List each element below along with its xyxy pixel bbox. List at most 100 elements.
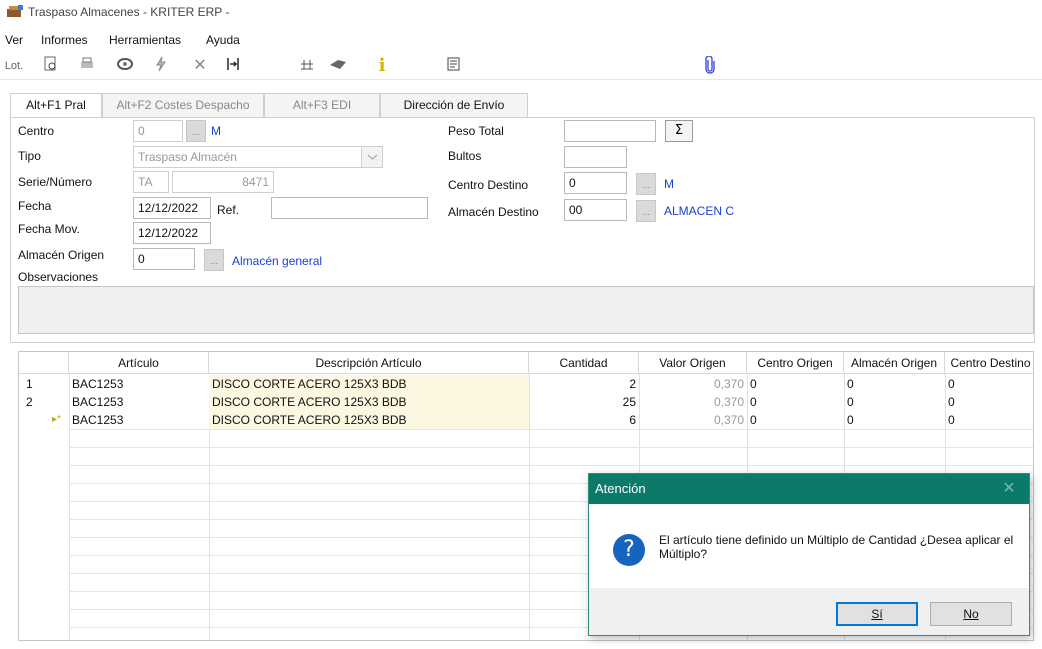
no-button[interactable]: No <box>930 602 1012 626</box>
grid-cell-centro-destino[interactable]: 0 <box>945 393 1033 411</box>
tab-edi[interactable]: Alt+F3 EDI <box>264 93 380 117</box>
preview-icon[interactable] <box>40 56 62 76</box>
bultos-input[interactable] <box>564 146 627 168</box>
centro-label: Centro <box>18 124 55 138</box>
tipo-label: Tipo <box>18 149 41 163</box>
centro-destino-lookup-button[interactable]: ... <box>636 173 656 195</box>
peso-total-label: Peso Total <box>448 124 504 138</box>
dialog-message: El artículo tiene definido un Múltiplo d… <box>659 533 1014 561</box>
refresh-icon[interactable] <box>114 56 136 76</box>
app-icon <box>7 5 23 17</box>
tab-strip: Alt+F1 Pral Alt+F2 Costes Despacho Alt+F… <box>10 93 1032 118</box>
grid-header-descripcion[interactable]: Descripción Artículo <box>209 352 529 374</box>
menu-informes[interactable]: Informes <box>41 33 88 47</box>
grid-header-centro-origen[interactable]: Centro Origen <box>747 352 844 374</box>
centro-lookup-button[interactable]: ... <box>186 120 206 142</box>
grid-icon[interactable] <box>296 56 318 76</box>
grid-row-line <box>69 465 1033 466</box>
grid-cell-cantidad[interactable]: 2 <box>529 375 639 393</box>
centro-destino-label: Centro Destino <box>448 178 529 192</box>
menu-herramientas[interactable]: Herramientas <box>109 33 181 47</box>
edit-document-icon[interactable] <box>444 56 464 76</box>
numero-input[interactable]: 8471 <box>172 171 274 193</box>
observaciones-label: Observaciones <box>18 270 99 284</box>
grid-cell-centro-origen[interactable]: 0 <box>747 375 844 393</box>
tipo-select[interactable]: Traspaso Almacén <box>133 146 383 168</box>
grid-cell-cantidad[interactable]: 6 <box>529 411 639 429</box>
almacen-destino-lookup-button[interactable]: ... <box>636 200 656 222</box>
grid-cell-almacen-origen[interactable]: 0 <box>844 375 945 393</box>
comment-icon[interactable] <box>326 56 350 76</box>
fecha-mov-input[interactable]: 12/12/2022 <box>133 222 211 244</box>
dialog-title: Atención <box>589 474 1029 504</box>
centro-input[interactable]: 0 <box>133 120 183 142</box>
grid-cell-descripcion[interactable]: DISCO CORTE ACERO 125X3 BDB <box>209 411 529 429</box>
delete-icon[interactable]: ✕ <box>190 56 210 76</box>
question-icon: ? <box>613 534 645 566</box>
centro-destino-link[interactable]: M <box>664 177 674 191</box>
ref-label: Ref. <box>217 203 240 217</box>
grid-header-articulo[interactable]: Artículo <box>69 352 209 374</box>
window-title: Traspaso Almacenes - KRITER ERP - <box>28 5 230 19</box>
almacen-destino-link[interactable]: ALMACEN C <box>664 204 734 218</box>
adjust-icon[interactable] <box>222 56 244 76</box>
fecha-input[interactable]: 12/12/2022 <box>133 197 211 219</box>
grid-cell-articulo[interactable]: BAC1253 <box>69 375 209 393</box>
almacen-origen-lookup-button[interactable]: ... <box>204 249 224 271</box>
print-icon[interactable] <box>76 56 98 76</box>
grid-cell-centro-origen[interactable]: 0 <box>747 411 844 429</box>
confirm-dialog: Atención ✕ ? El artículo tiene definido … <box>588 473 1030 636</box>
grid-cell-valor-origen[interactable]: 0,370 <box>639 393 747 411</box>
grid-cell-cantidad[interactable]: 25 <box>529 393 639 411</box>
almacen-destino-label: Almacén Destino <box>448 205 539 219</box>
grid-row-line <box>69 447 1033 448</box>
lightning-icon[interactable] <box>150 56 172 76</box>
close-icon[interactable]: ✕ <box>999 474 1019 504</box>
grid-cell-valor-origen[interactable]: 0,370 <box>639 375 747 393</box>
peso-total-input[interactable] <box>564 120 656 142</box>
almacen-origen-link[interactable]: Almacén general <box>232 254 322 268</box>
grid-cell-articulo[interactable]: BAC1253 <box>69 393 209 411</box>
tab-costes-despacho[interactable]: Alt+F2 Costes Despacho <box>102 93 264 117</box>
attachment-icon[interactable] <box>700 55 720 76</box>
grid-row-line <box>69 429 1033 430</box>
grid-header-centro-destino[interactable]: Centro Destino <box>945 352 1033 374</box>
current-row-indicator-icon: ▸* <box>52 414 61 425</box>
centro-destino-input[interactable]: 0 <box>564 172 627 194</box>
observaciones-textarea[interactable] <box>18 286 1034 334</box>
menu-ver[interactable]: Ver <box>5 33 23 47</box>
grid-cell-descripcion[interactable]: DISCO CORTE ACERO 125X3 BDB <box>209 375 529 393</box>
info-icon[interactable]: i <box>372 56 392 76</box>
grid-cell-centro-destino[interactable]: 0 <box>945 411 1033 429</box>
sum-button[interactable]: Σ <box>665 120 693 142</box>
grid-header-almacen-origen[interactable]: Almacén Origen <box>844 352 945 374</box>
grid-cell-descripcion[interactable]: DISCO CORTE ACERO 125X3 BDB <box>209 393 529 411</box>
tab-principal[interactable]: Alt+F1 Pral <box>10 93 102 118</box>
no-button-label: No <box>963 607 979 621</box>
title-bar: Traspaso Almacenes - KRITER ERP - <box>0 0 1042 26</box>
menu-ayuda[interactable]: Ayuda <box>206 33 240 47</box>
tab-direccion-envio[interactable]: Dirección de Envío <box>380 93 528 117</box>
lot-button[interactable]: Lot. <box>4 56 24 76</box>
grid-cell-almacen-origen[interactable]: 0 <box>844 411 945 429</box>
grid-header-rownum <box>19 352 69 374</box>
ref-input[interactable] <box>271 197 428 219</box>
grid-cell-valor-origen[interactable]: 0,370 <box>639 411 747 429</box>
grid-header-cantidad[interactable]: Cantidad <box>529 352 639 374</box>
almacen-destino-input[interactable]: 00 <box>564 199 627 221</box>
grid-row-number: 1 <box>26 377 33 391</box>
almacen-origen-input[interactable]: 0 <box>133 248 195 270</box>
grid-cell-articulo[interactable]: BAC1253 <box>69 411 209 429</box>
chevron-down-icon[interactable] <box>361 147 382 167</box>
yes-button[interactable]: Sí <box>836 602 918 626</box>
grid-header-valor-origen[interactable]: Valor Origen <box>639 352 747 374</box>
bultos-label: Bultos <box>448 149 482 163</box>
grid-cell-centro-origen[interactable]: 0 <box>747 393 844 411</box>
serie-numero-label: Serie/Número <box>18 175 93 189</box>
grid-cell-almacen-origen[interactable]: 0 <box>844 393 945 411</box>
almacen-origen-label: Almacén Origen <box>18 248 105 262</box>
centro-link[interactable]: M <box>211 124 221 138</box>
serie-input[interactable]: TA <box>133 171 169 193</box>
dialog-body: ? El artículo tiene definido un Múltiplo… <box>589 504 1029 588</box>
grid-cell-centro-destino[interactable]: 0 <box>945 375 1033 393</box>
